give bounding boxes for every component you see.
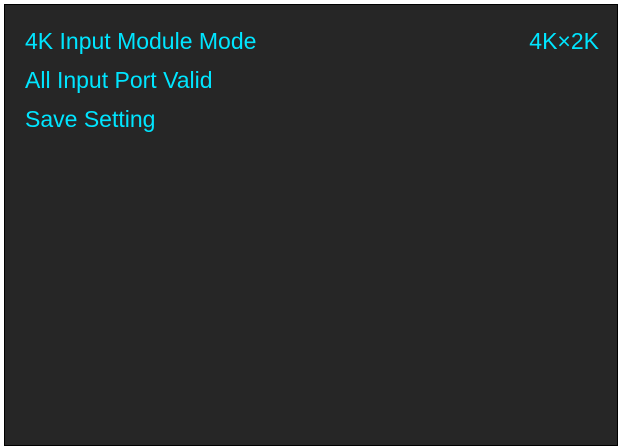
- menu-item-label: Save Setting: [25, 106, 156, 132]
- menu-item-label: 4K Input Module Mode: [25, 28, 257, 54]
- menu-item-save-setting[interactable]: Save Setting: [25, 103, 599, 142]
- menu-item-value: 4K×2K: [529, 28, 599, 54]
- menu-item-label: All Input Port Valid: [25, 67, 213, 93]
- menu-item-4k-input-module-mode[interactable]: 4K Input Module Mode 4K×2K: [25, 25, 599, 64]
- menu-item-all-input-port-valid[interactable]: All Input Port Valid: [25, 64, 599, 103]
- menu-list: 4K Input Module Mode 4K×2K All Input Por…: [25, 25, 599, 142]
- menu-screen: 4K Input Module Mode 4K×2K All Input Por…: [4, 4, 618, 446]
